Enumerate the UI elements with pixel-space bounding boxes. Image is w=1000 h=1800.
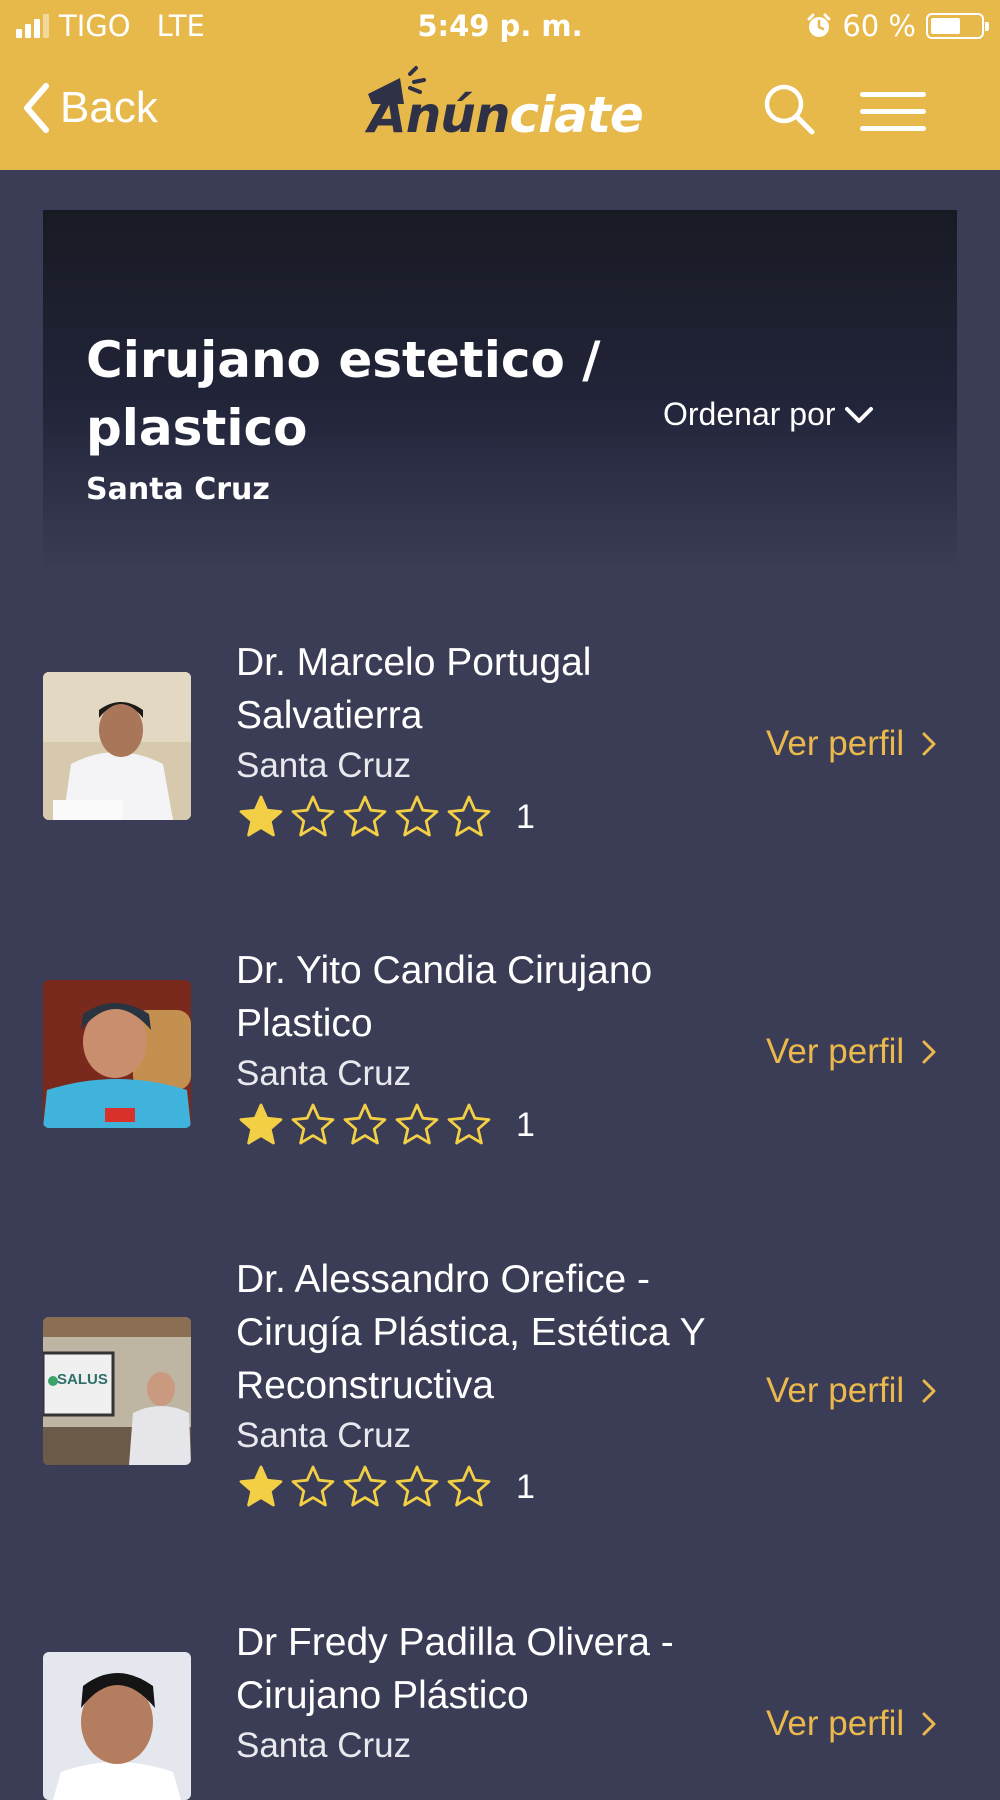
search-icon [764,84,815,135]
star-empty-icon [395,1465,439,1507]
profile-photo [43,980,191,1128]
star-empty-icon [447,1103,491,1145]
search-button[interactable] [762,82,816,141]
star-empty-icon [291,795,335,837]
hamburger-line [860,109,926,114]
star-empty-icon [343,1103,387,1145]
view-profile-link[interactable]: Ver perfil [766,1371,936,1411]
battery-icon [926,13,989,39]
star-empty-icon [447,1465,491,1507]
view-profile-label: Ver perfil [766,1704,905,1743]
logo-part-2: ciate [509,86,643,144]
chevron-right-icon [922,732,936,756]
star-empty-icon [291,1103,335,1145]
chevron-down-icon [844,406,873,423]
view-profile-label: Ver perfil [766,724,905,763]
listing-info: Dr. Yito Candia Cirujano Plastico Santa … [236,944,756,1153]
star-empty-icon [343,795,387,837]
page-title: Cirujano estetico / plastico [86,331,601,457]
listing-name: Dr. Alessandro Orefice - Cirugía Plástic… [236,1258,705,1407]
star-empty-icon [447,795,491,837]
logo-part-1: Anún [368,86,510,144]
listing-city: Santa Cruz [236,1416,412,1455]
listing-name: Dr. Yito Candia Cirujano Plastico [236,949,653,1045]
view-profile-label: Ver perfil [766,1371,905,1410]
view-profile-link[interactable]: Ver perfil [766,1704,936,1744]
app-logo: Anúnciate [350,66,650,152]
star-filled-icon [239,795,283,837]
location-label: Santa Cruz [86,472,270,507]
status-bar: TIGO LTE 5:49 p. m. 60 % [0,0,1000,52]
photo-signage: SALUS [57,1371,108,1388]
hamburger-line [860,92,926,97]
status-bar-right: 60 % [806,9,989,43]
listing-city: Santa Cruz [236,1726,412,1765]
star-empty-icon [395,795,439,837]
chevron-right-icon [922,1040,936,1064]
view-profile-label: Ver perfil [766,1032,905,1071]
listing-name: Dr Fredy Padilla Olivera - Cirujano Plás… [236,1621,674,1717]
listing-info: Dr. Alessandro Orefice - Cirugía Plástic… [236,1253,756,1515]
review-count: 1 [516,1105,535,1144]
back-label: Back [60,83,158,132]
profile-photo [43,672,191,820]
star-rating [236,1463,494,1511]
listing-info: Dr Fredy Padilla Olivera - Cirujano Plás… [236,1616,756,1769]
logo-wordmark: Anúnciate [368,86,644,144]
star-rating [236,793,494,841]
nav-bar: Back Anúnciate [0,52,1000,170]
view-profile-link[interactable]: Ver perfil [766,1032,936,1072]
menu-button[interactable] [860,92,926,143]
listing-name: Dr. Marcelo Portugal Salvatierra [236,641,592,737]
listing-city: Santa Cruz [236,1054,412,1093]
star-filled-icon [239,1103,283,1145]
listing-city: Santa Cruz [236,746,412,785]
hamburger-line [860,126,926,131]
star-empty-icon [395,1103,439,1145]
star-rating [236,1101,494,1149]
alarm-icon [807,13,831,37]
sort-dropdown[interactable]: Ordenar por [663,396,874,433]
listing-info: Dr. Marcelo Portugal Salvatierra Santa C… [236,636,756,845]
profile-photo: SALUS [43,1317,191,1465]
back-button[interactable]: Back [22,82,158,134]
chevron-right-icon [922,1379,936,1403]
view-profile-link[interactable]: Ver perfil [766,724,936,764]
review-count: 1 [516,1467,535,1506]
star-empty-icon [343,1465,387,1507]
battery-percent: 60 % [842,9,916,43]
chevron-left-icon [24,83,49,133]
star-empty-icon [291,1465,335,1507]
rating: 1 [236,789,756,845]
star-filled-icon [239,1465,283,1507]
rating: 1 [236,1097,756,1153]
sort-label: Ordenar por [663,396,836,432]
rating: 1 [236,1459,756,1515]
category-header: Cirujano estetico / plastico Santa Cruz … [43,210,957,566]
review-count: 1 [516,797,535,836]
chevron-right-icon [922,1712,936,1736]
